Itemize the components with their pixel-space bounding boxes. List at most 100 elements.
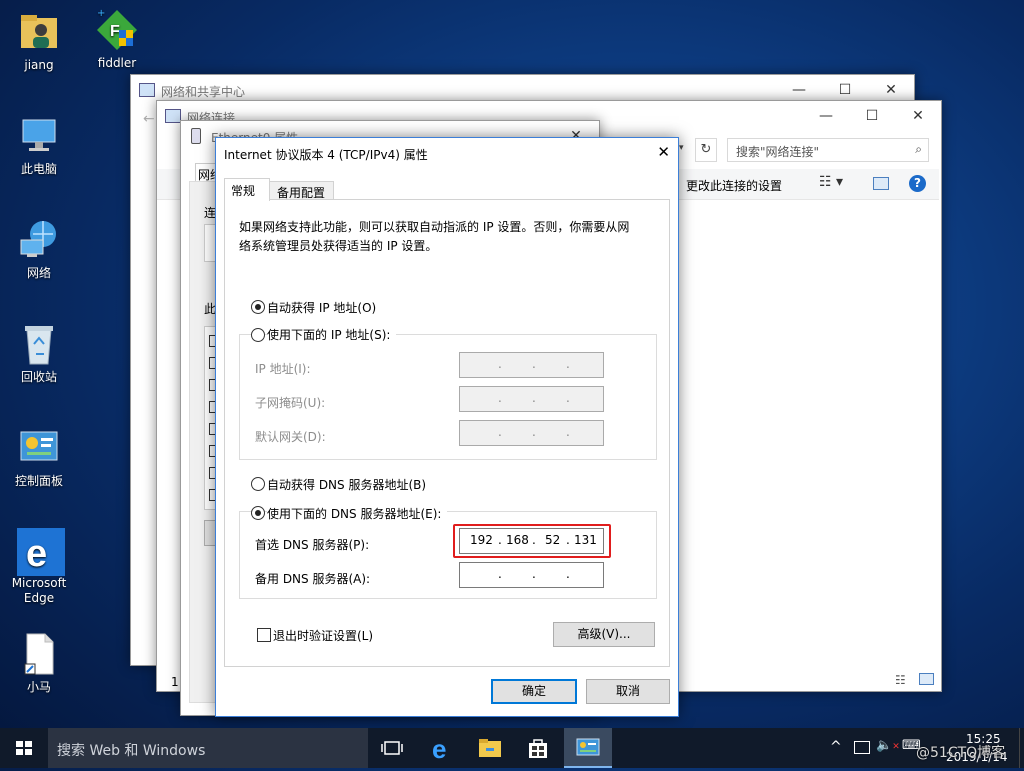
taskbar-store[interactable] bbox=[514, 728, 562, 768]
status-bar-count: 1 bbox=[171, 675, 179, 689]
show-desktop-button[interactable] bbox=[1019, 728, 1024, 768]
ok-button[interactable]: 确定 bbox=[491, 679, 577, 704]
dialog-close-button[interactable]: ✕ bbox=[657, 143, 670, 161]
desktop-icon-recycle-bin[interactable]: 回收站 bbox=[4, 322, 74, 385]
network-center-icon bbox=[139, 83, 155, 97]
advanced-button[interactable]: 高级(V)... bbox=[553, 622, 655, 647]
taskbar-edge[interactable]: e bbox=[418, 728, 466, 768]
back-arrow-icon[interactable]: ← bbox=[143, 111, 155, 127]
octet-2: 168 bbox=[506, 533, 529, 547]
taskbar-file-explorer[interactable] bbox=[466, 728, 514, 768]
computer-icon bbox=[17, 114, 61, 158]
taskbar-search-input[interactable]: 搜索 Web 和 Windows bbox=[57, 740, 205, 760]
search-input[interactable]: 搜索"网络连接" bbox=[736, 143, 819, 160]
manual-dns-radio[interactable] bbox=[251, 506, 265, 520]
desktop-icon-label: 小马 bbox=[26, 680, 51, 694]
store-icon bbox=[529, 739, 547, 758]
recycle-bin-icon bbox=[17, 322, 61, 366]
desktop-icon-label: 此电脑 bbox=[20, 162, 57, 176]
cancel-button[interactable]: 取消 bbox=[586, 679, 670, 704]
maximize-button[interactable]: ☐ bbox=[849, 101, 895, 131]
svg-text:e: e bbox=[432, 734, 446, 764]
tab-general[interactable]: 常规 bbox=[224, 178, 270, 201]
edge-icon: e bbox=[17, 528, 65, 576]
desktop-icon-computer[interactable]: 此电脑 bbox=[4, 114, 74, 177]
auto-dns-label[interactable]: 自动获得 DNS 服务器地址(B) bbox=[267, 476, 426, 493]
desktop-icon-jiang[interactable]: jiang bbox=[4, 10, 74, 73]
details-view-icon[interactable]: ☷ bbox=[895, 673, 906, 687]
desktop-icon-label: jiang bbox=[24, 58, 54, 72]
alternate-dns-label: 备用 DNS 服务器(A): bbox=[255, 572, 371, 586]
search-icon: ⌕ bbox=[915, 142, 922, 156]
fiddler-icon: F + bbox=[95, 8, 139, 52]
tray-chevron-up-icon[interactable]: ^ bbox=[830, 739, 842, 755]
folder-icon bbox=[479, 739, 501, 757]
windows-logo-icon bbox=[16, 741, 32, 755]
control-panel-icon bbox=[576, 738, 600, 756]
network-status-icon[interactable] bbox=[854, 741, 870, 754]
large-icons-view-icon[interactable] bbox=[919, 673, 934, 685]
octet-3: 52 bbox=[545, 533, 561, 547]
ethernet-icon bbox=[191, 128, 201, 144]
manual-dns-label[interactable]: 使用下面的 DNS 服务器地址(E): bbox=[267, 505, 448, 522]
task-view-button[interactable] bbox=[368, 728, 416, 768]
close-button[interactable]: ✕ bbox=[895, 101, 941, 131]
desktop-icon-label: 网络 bbox=[26, 266, 51, 280]
window-title: 网络和共享中心 bbox=[161, 85, 246, 99]
ipv4-properties-dialog[interactable]: Internet 协议版本 4 (TCP/IPv4) 属性 ✕ 常规 备用配置 … bbox=[215, 137, 679, 717]
change-settings-button[interactable]: 更改此连接的设置 bbox=[686, 177, 782, 194]
tab-alternate-config[interactable]: 备用配置 bbox=[268, 181, 334, 200]
preview-pane-icon[interactable] bbox=[873, 177, 889, 190]
description-line-1: 如果网络支持此功能，则可以获取自动指派的 IP 设置。否则，你需要从网 bbox=[239, 220, 630, 234]
subnet-mask-label: 子网掩码(U): bbox=[255, 396, 326, 410]
gateway-label: 默认网关(D): bbox=[255, 430, 326, 444]
validate-label[interactable]: 退出时验证设置(L) bbox=[273, 627, 373, 644]
auto-dns-radio[interactable] bbox=[251, 477, 265, 491]
taskbar: 搜索 Web 和 Windows e ^ 🔈✕ ⌨ 15:25 2019/1/1… bbox=[0, 728, 1024, 768]
validate-checkbox[interactable] bbox=[257, 628, 271, 642]
taskbar-control-panel[interactable] bbox=[564, 728, 612, 768]
minimize-button[interactable]: — bbox=[803, 101, 849, 131]
edge-icon: e bbox=[432, 734, 446, 764]
task-view-icon bbox=[381, 741, 403, 755]
file-icon bbox=[17, 632, 61, 676]
watermark-text: @51CTO博客 bbox=[916, 745, 1006, 761]
desktop-icon-file[interactable]: 小马 bbox=[4, 632, 74, 695]
gateway-input[interactable]: ... bbox=[459, 420, 604, 446]
desktop-icon-fiddler[interactable]: F + fiddler bbox=[82, 8, 152, 71]
description-line-2: 络系统管理员处获得适当的 IP 设置。 bbox=[239, 239, 438, 253]
desktop-icon-label: 回收站 bbox=[20, 370, 57, 384]
desktop-icon-control-panel[interactable]: 控制面板 bbox=[4, 426, 74, 489]
network-connections-icon bbox=[165, 109, 181, 123]
taskbar-search-box[interactable]: 搜索 Web 和 Windows bbox=[48, 728, 368, 768]
manual-ip-radio[interactable] bbox=[251, 328, 265, 342]
ip-address-label: IP 地址(I): bbox=[255, 362, 311, 376]
auto-ip-label[interactable]: 自动获得 IP 地址(O) bbox=[267, 299, 376, 316]
desktop-icon-network[interactable]: 网络 bbox=[4, 218, 74, 281]
auto-ip-radio[interactable] bbox=[251, 300, 265, 314]
dialog-title: Internet 协议版本 4 (TCP/IPv4) 属性 bbox=[224, 148, 428, 162]
start-button[interactable] bbox=[0, 728, 48, 768]
refresh-button[interactable]: ↻ bbox=[695, 138, 717, 162]
view-options-icon[interactable]: ☷ ▾ bbox=[819, 174, 843, 190]
dialog-title-bar[interactable]: Internet 协议版本 4 (TCP/IPv4) 属性 ✕ bbox=[216, 138, 678, 168]
alternate-dns-input[interactable]: ... bbox=[459, 562, 604, 588]
ip-address-input[interactable]: ... bbox=[459, 352, 604, 378]
help-icon[interactable]: ? bbox=[909, 175, 926, 192]
desktop-icon-label: Microsoft Edge bbox=[11, 576, 67, 605]
tab-label: 常规 bbox=[231, 184, 256, 198]
desktop-icon-edge[interactable]: e Microsoft Edge bbox=[4, 528, 74, 606]
subnet-mask-input[interactable]: ... bbox=[459, 386, 604, 412]
general-tab-panel: 如果网络支持此功能，则可以获取自动指派的 IP 设置。否则，你需要从网 络系统管… bbox=[224, 199, 670, 667]
volume-muted-icon[interactable]: 🔈✕ bbox=[876, 738, 900, 753]
network-icon bbox=[17, 218, 61, 262]
address-dropdown-icon[interactable]: ▾ bbox=[679, 143, 684, 153]
manual-ip-label[interactable]: 使用下面的 IP 地址(S): bbox=[267, 326, 397, 343]
preferred-dns-input[interactable]: 192 . 168 . 52 . 131 bbox=[459, 528, 604, 554]
octet-4: 131 bbox=[574, 533, 597, 547]
svg-text:+: + bbox=[97, 8, 105, 19]
search-box[interactable]: 搜索"网络连接" ⌕ bbox=[727, 138, 929, 162]
user-folder-icon bbox=[17, 10, 61, 54]
preferred-dns-label: 首选 DNS 服务器(P): bbox=[255, 538, 370, 552]
svg-text:F: F bbox=[110, 23, 120, 40]
